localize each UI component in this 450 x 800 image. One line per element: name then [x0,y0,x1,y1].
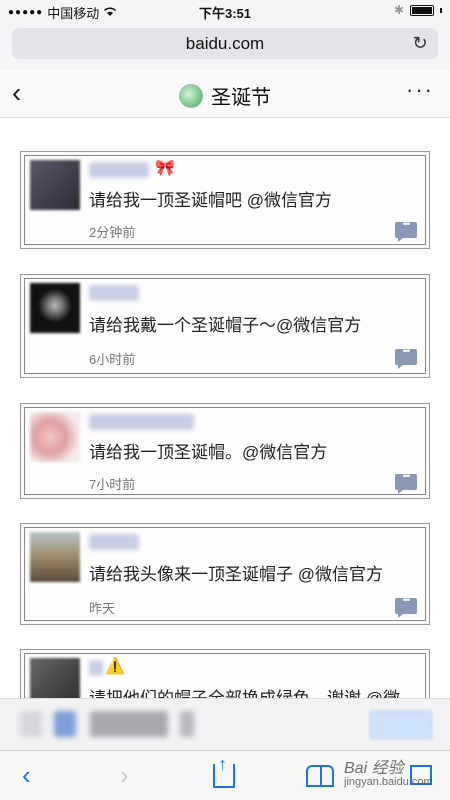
bookmarks-icon[interactable] [306,765,334,787]
ad-action-button[interactable] [370,711,432,739]
battery-tip [440,7,442,13]
ad-banner[interactable] [0,698,450,750]
status-bar: ●●●●● 中国移动 下午3:51 ✱ [0,0,450,22]
avatar[interactable] [30,658,80,698]
url-text[interactable]: baidu.com [12,34,438,54]
topic-icon [179,83,203,108]
battery-icon [410,4,434,16]
bow-icon: 🎀 [155,160,175,177]
username[interactable] [89,285,139,301]
reload-icon[interactable]: ↻ [410,33,430,53]
comment-card: 请给我戴一个圣诞帽子～@微信官方 6小时前 [20,274,430,378]
comment-card: 请给我头像来一顶圣诞帽子 @微信官方 昨天 [20,523,430,625]
comment-time: 2分钟前 [89,225,136,240]
comment-time: 6小时前 [89,352,136,367]
watermark-url: jingyan.baidu.com [344,776,433,788]
browser-chrome: ●●●●● 中国移动 下午3:51 ✱ baidu.com ↻ [0,0,450,70]
username[interactable] [89,162,149,178]
comment-text: 请给我戴一个圣诞帽子～@微信官方 [89,316,362,335]
ad-image [20,711,42,737]
reply-icon[interactable] [395,595,417,618]
ad-image [54,711,76,737]
bluetooth-icon: ✱ [393,3,404,17]
comment-text: 请给我头像来一顶圣诞帽子 @微信官方 [89,565,383,584]
avatar[interactable] [30,532,80,582]
comment-card: ⚠️ 请把他们的帽子全部换成绿色，谢谢 @微 [20,649,430,698]
comment-time: 昨天 [89,601,116,616]
comment-text: 请给我一顶圣诞帽吧 @微信官方 [89,191,332,210]
comment-card: 请给我一顶圣诞帽。@微信官方 7小时前 [20,403,430,499]
reply-icon[interactable] [395,346,417,369]
address-bar[interactable]: baidu.com ↻ [12,28,438,59]
page-header: ‹ 圣诞节 ··· [0,70,450,118]
avatar[interactable] [30,160,80,210]
forward-icon[interactable]: › [120,761,129,789]
warning-icon: ⚠️ [105,658,125,675]
username[interactable] [89,660,103,676]
share-icon[interactable] [213,764,235,788]
reply-icon[interactable] [395,471,417,494]
reply-icon[interactable] [395,219,417,242]
ad-text [180,711,194,737]
ad-text [90,711,168,737]
avatar[interactable] [30,412,80,462]
comment-time: 7小时前 [89,477,136,492]
username[interactable] [89,534,139,550]
avatar[interactable] [30,283,80,333]
comment-card: 🎀 请给我一顶圣诞帽吧 @微信官方 2分钟前 [20,151,430,249]
watermark-brand: Bai 经验 [344,760,404,777]
username[interactable] [89,414,194,430]
back-icon[interactable]: ‹ [22,761,31,789]
comment-text: 请把他们的帽子全部换成绿色，谢谢 @微 [89,684,400,698]
page-title: 圣诞节 [211,87,271,109]
comment-text: 请给我一顶圣诞帽。@微信官方 [89,443,328,462]
comment-feed: 🎀 请给我一顶圣诞帽吧 @微信官方 2分钟前 请给我戴一个圣诞帽子～@微信官方 … [0,118,450,698]
more-icon[interactable]: ··· [406,79,434,101]
clock: 下午3:51 [198,6,252,21]
